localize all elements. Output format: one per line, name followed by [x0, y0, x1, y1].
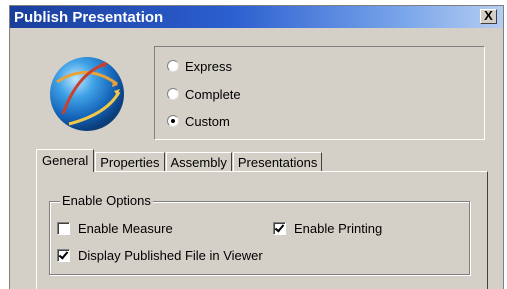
- radio-express-label: Express: [185, 58, 232, 74]
- enable-printing-checkbox[interactable]: [273, 221, 286, 235]
- radio-custom-button[interactable]: [167, 115, 179, 127]
- display-viewer-option[interactable]: Display Published File in Viewer: [57, 246, 263, 264]
- publish-mode-group: Express Complete Custom: [154, 46, 485, 140]
- close-icon: X: [484, 8, 493, 23]
- radio-express[interactable]: Express: [167, 57, 232, 75]
- globe-icon: [50, 57, 124, 131]
- publish-presentation-dialog: Publish Presentation X Express Complete …: [9, 5, 504, 289]
- radio-custom[interactable]: Custom: [167, 112, 230, 130]
- enable-printing-option[interactable]: Enable Printing: [273, 219, 382, 237]
- display-viewer-label: Display Published File in Viewer: [78, 247, 263, 263]
- enable-measure-checkbox[interactable]: [57, 221, 70, 235]
- tab-general[interactable]: General: [36, 149, 95, 172]
- radio-complete-label: Complete: [185, 86, 241, 102]
- tab-presentations[interactable]: Presentations: [232, 152, 323, 172]
- radio-express-button[interactable]: [167, 60, 179, 72]
- display-viewer-checkbox[interactable]: [57, 248, 70, 262]
- radio-complete[interactable]: Complete: [167, 85, 241, 103]
- enable-measure-label: Enable Measure: [78, 220, 173, 236]
- general-tab-panel: Enable Options Enable Measure Enable Pri…: [36, 171, 488, 289]
- radio-custom-label: Custom: [185, 113, 230, 129]
- enable-printing-label: Enable Printing: [294, 220, 383, 236]
- tab-strip: General Properties Assembly Presentation…: [36, 148, 323, 172]
- tab-properties[interactable]: Properties: [95, 152, 165, 172]
- dialog-title: Publish Presentation: [14, 9, 164, 26]
- radio-complete-button[interactable]: [167, 88, 179, 100]
- close-button[interactable]: X: [480, 9, 497, 24]
- enable-options-label: Enable Options: [60, 193, 153, 208]
- enable-measure-option[interactable]: Enable Measure: [57, 219, 173, 237]
- title-bar[interactable]: Publish Presentation X: [10, 6, 503, 28]
- tab-assembly[interactable]: Assembly: [165, 152, 232, 172]
- enable-options-group: Enable Options Enable Measure Enable Pri…: [49, 193, 470, 275]
